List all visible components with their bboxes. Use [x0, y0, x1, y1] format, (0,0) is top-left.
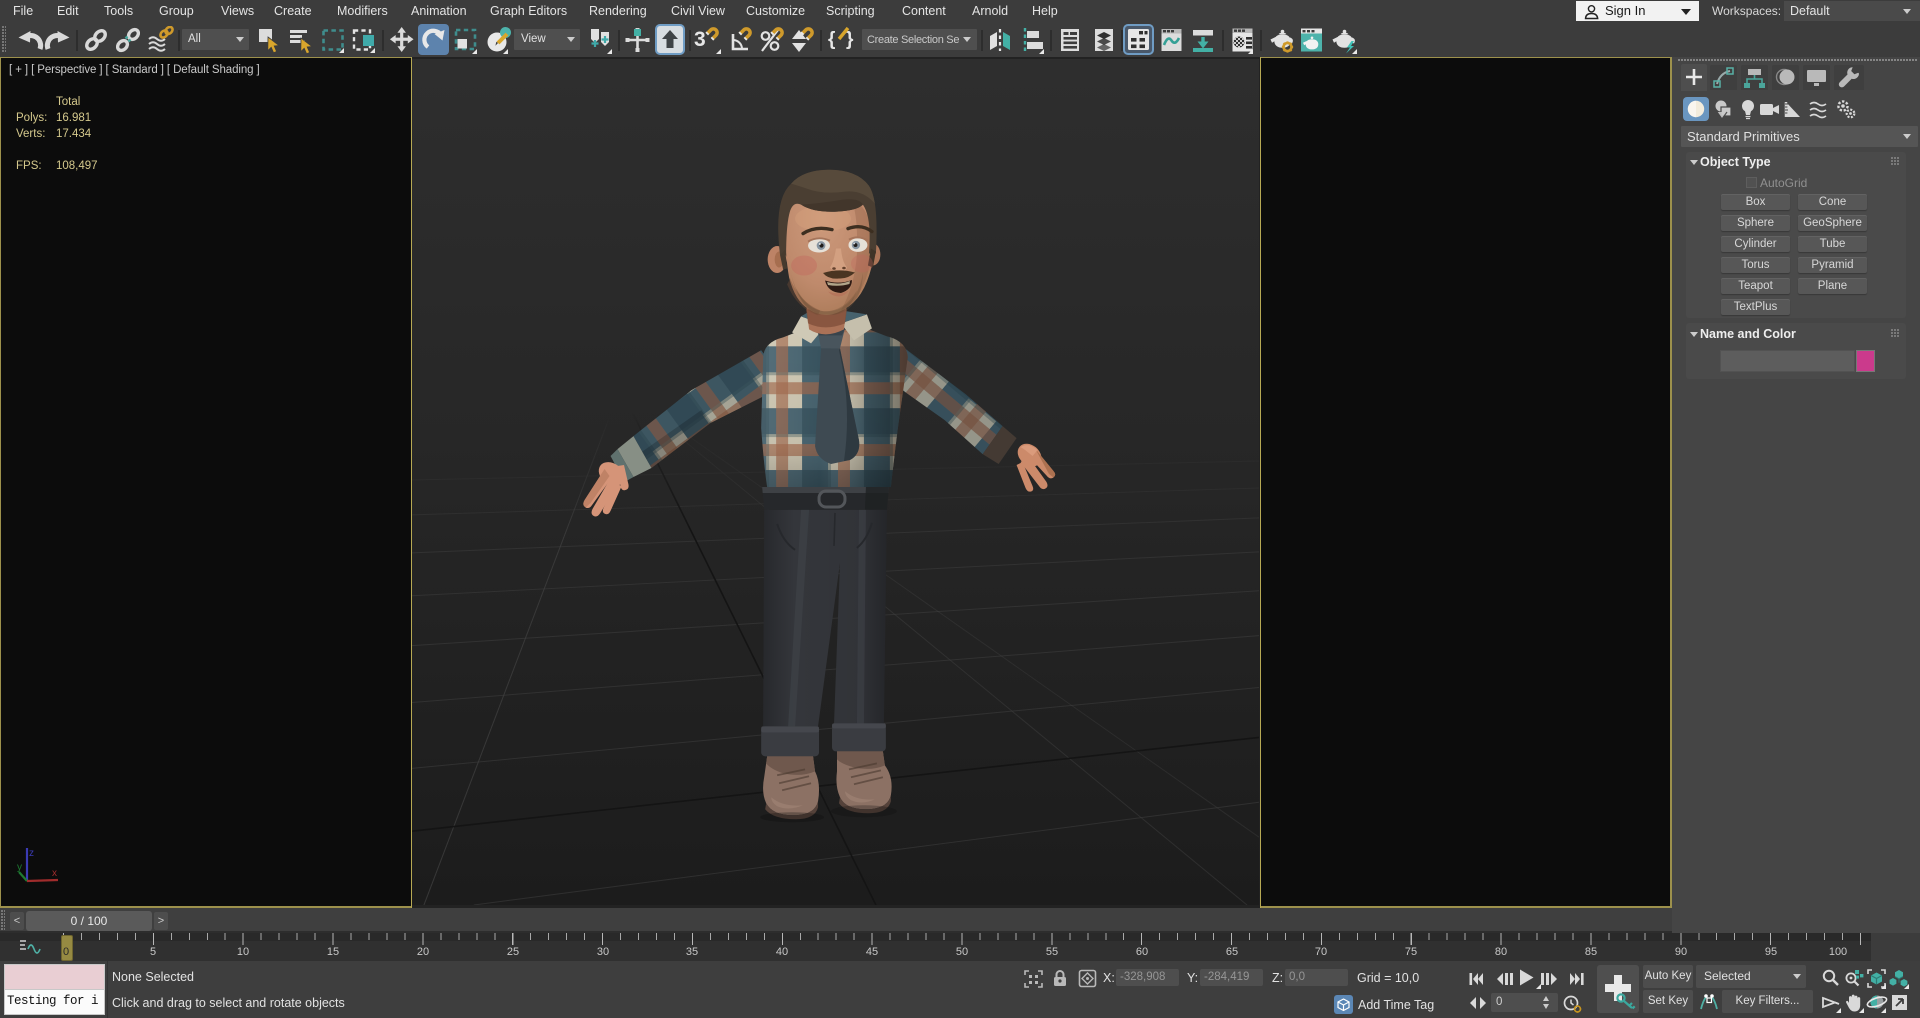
svg-text:y: y	[17, 862, 22, 873]
svg-text:z: z	[29, 848, 34, 859]
svg-text:x: x	[52, 868, 57, 879]
